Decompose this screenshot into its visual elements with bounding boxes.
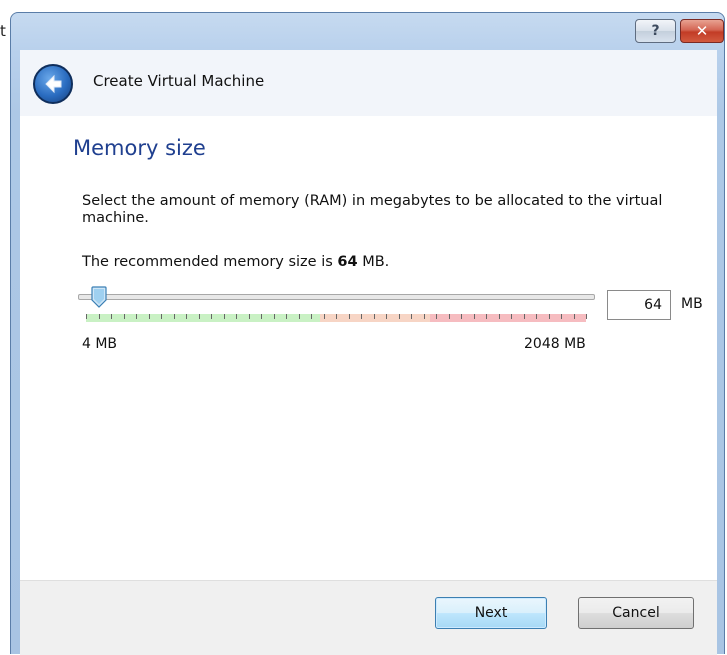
content-area — [20, 116, 717, 580]
scale-tick — [348, 314, 350, 319]
scale-tick — [473, 314, 475, 319]
scale-tick — [386, 314, 387, 319]
scale-tick — [223, 314, 225, 319]
close-button[interactable]: ✕ — [680, 19, 724, 43]
memory-slider-thumb[interactable] — [90, 286, 108, 308]
page-description: Select the amount of memory (RAM) in meg… — [82, 193, 663, 226]
recommend-prefix: The recommended memory size is — [82, 254, 338, 270]
scale-tick — [186, 314, 187, 319]
back-button[interactable] — [33, 64, 73, 104]
next-button[interactable]: Next — [435, 597, 547, 629]
scale-tick — [536, 314, 537, 319]
scale-tick — [111, 314, 112, 319]
scale-tick — [123, 314, 125, 319]
close-icon: ✕ — [695, 22, 709, 40]
scale-tick — [423, 314, 425, 319]
memory-unit-label: MB — [681, 296, 703, 312]
scale-tick — [448, 314, 450, 319]
scale-tick — [436, 314, 437, 319]
scale-tick — [323, 314, 325, 319]
wizard-title: Create Virtual Machine — [93, 72, 265, 90]
background-window-fragment: t — [0, 22, 6, 40]
scale-tick — [548, 314, 550, 319]
memory-slider-track[interactable] — [78, 294, 595, 300]
scale-tick — [198, 314, 200, 319]
scale-tick — [398, 314, 400, 319]
scale-tick — [211, 314, 212, 319]
memory-size-input[interactable] — [607, 290, 671, 320]
page-title: Memory size — [73, 136, 206, 160]
recommended-size-text: The recommended memory size is 64 MB. — [82, 254, 389, 270]
scale-tick — [286, 314, 287, 319]
scale-tick — [498, 314, 500, 319]
scale-tick — [361, 314, 362, 319]
scale-tick — [486, 314, 487, 319]
scale-tick — [86, 314, 87, 319]
scale-tick — [98, 314, 100, 319]
scale-tick — [511, 314, 512, 319]
window-controls: ? ✕ — [635, 19, 724, 43]
help-icon: ? — [651, 23, 660, 39]
scale-tick — [148, 314, 150, 319]
recommend-suffix: MB. — [357, 254, 390, 270]
scale-tick — [161, 314, 162, 319]
scale-tick — [573, 314, 575, 319]
scale-tick — [586, 314, 587, 319]
scale-tick — [373, 314, 375, 319]
scale-ticks — [86, 314, 587, 322]
help-button[interactable]: ? — [635, 19, 676, 43]
scale-tick — [411, 314, 412, 319]
scale-tick — [336, 314, 337, 319]
slider-thumb-icon — [91, 286, 107, 308]
scale-tick — [136, 314, 137, 319]
scale-tick — [523, 314, 525, 319]
scale-tick — [261, 314, 262, 319]
cancel-button[interactable]: Cancel — [578, 597, 694, 629]
scale-tick — [461, 314, 462, 319]
recommend-value: 64 — [337, 254, 358, 270]
scale-tick — [248, 314, 250, 319]
scale-tick — [298, 314, 300, 319]
scale-tick — [236, 314, 237, 319]
back-arrow-icon — [45, 74, 62, 94]
scale-tick — [561, 314, 562, 319]
slider-min-label: 4 MB — [82, 336, 118, 352]
scale-tick — [311, 314, 312, 319]
scale-tick — [173, 314, 175, 319]
scale-tick — [273, 314, 275, 319]
slider-max-label: 2048 MB — [524, 336, 586, 352]
